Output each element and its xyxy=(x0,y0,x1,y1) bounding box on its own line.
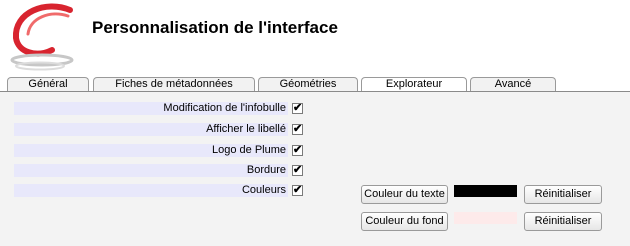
option-label-bordure: Bordure xyxy=(14,164,288,177)
checkbox-libelle[interactable]: ✔ xyxy=(292,124,303,135)
tab-avance[interactable]: Avancé xyxy=(470,77,556,91)
option-label-libelle: Afficher le libellé xyxy=(14,123,288,136)
page-title: Personnalisation de l'interface xyxy=(92,18,338,37)
checkbox-couleurs[interactable]: ✔ xyxy=(292,185,303,196)
text-color-swatch[interactable] xyxy=(454,185,517,197)
tab-bar: Général Fiches de métadonnées Géométries… xyxy=(0,77,630,91)
reset-background-color-button[interactable]: Réinitialiser xyxy=(524,212,602,231)
option-label-infobulle: Modification de l'infobulle xyxy=(14,102,288,115)
reset-text-color-button[interactable]: Réinitialiser xyxy=(524,185,602,204)
checkbox-logo[interactable]: ✔ xyxy=(292,145,303,156)
option-label-couleurs: Couleurs xyxy=(14,184,288,197)
option-label-logo: Logo de Plume xyxy=(14,144,288,157)
checkbox-infobulle[interactable]: ✔ xyxy=(292,103,303,114)
tab-fiches-metadonnees[interactable]: Fiches de métadonnées xyxy=(93,77,255,91)
plume-logo xyxy=(10,3,74,71)
text-color-button[interactable]: Couleur du texte xyxy=(361,185,448,204)
tab-explorateur[interactable]: Explorateur xyxy=(361,77,467,91)
background-color-button[interactable]: Couleur du fond xyxy=(361,212,448,231)
tab-geometries[interactable]: Géométries xyxy=(258,77,358,91)
checkbox-bordure[interactable]: ✔ xyxy=(292,165,303,176)
tab-general[interactable]: Général xyxy=(7,77,89,91)
background-color-swatch[interactable] xyxy=(454,212,517,224)
